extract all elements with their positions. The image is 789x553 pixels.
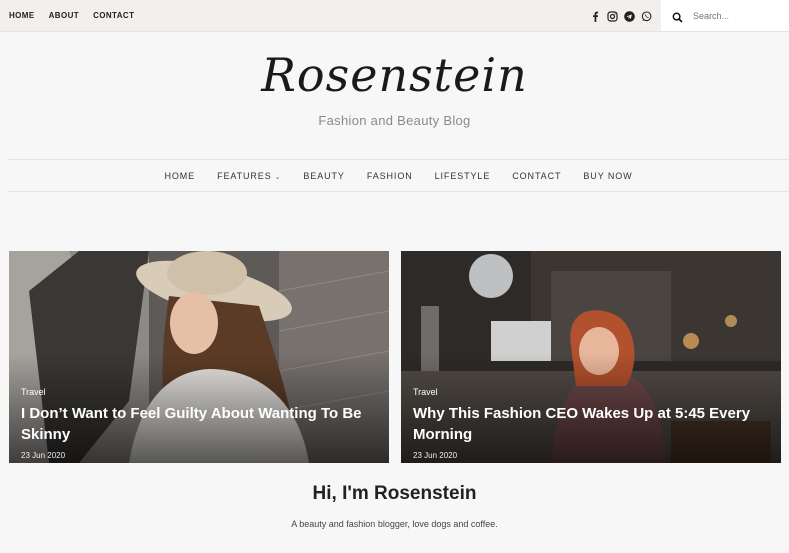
site-logo[interactable]: Rosenstein [0, 52, 789, 98]
top-nav-home[interactable]: HOME [9, 11, 35, 20]
main-nav-lifestyle[interactable]: LIFESTYLE [435, 171, 491, 181]
post-title[interactable]: I Don’t Want to Feel Guilty About Wantin… [21, 403, 376, 445]
post-date: 23 Jun 2020 [413, 451, 458, 460]
main-nav-fashion[interactable]: FASHION [367, 171, 413, 181]
chevron-down-icon: ⌄ [274, 173, 282, 181]
top-nav-contact[interactable]: CONTACT [93, 11, 134, 20]
post-category[interactable]: Travel [413, 387, 438, 397]
featured-post-card[interactable]: Travel Why This Fashion CEO Wakes Up at … [401, 251, 781, 463]
main-nav-home[interactable]: HOME [164, 171, 195, 181]
main-nav-beauty[interactable]: BEAUTY [303, 171, 344, 181]
search-box [661, 0, 789, 31]
main-nav-buy-now[interactable]: BUY NOW [583, 171, 632, 181]
post-title[interactable]: Why This Fashion CEO Wakes Up at 5:45 Ev… [413, 403, 768, 445]
top-bar: HOME ABOUT CONTACT [0, 0, 789, 32]
post-category[interactable]: Travel [21, 387, 46, 397]
featured-post-card[interactable]: Travel I Don’t Want to Feel Guilty About… [9, 251, 389, 463]
main-nav-contact[interactable]: CONTACT [512, 171, 561, 181]
post-date: 23 Jun 2020 [21, 451, 66, 460]
instagram-icon[interactable] [607, 9, 618, 22]
search-input[interactable] [691, 9, 789, 22]
main-nav-features-label: FEATURES [217, 170, 272, 181]
search-icon[interactable] [672, 10, 683, 23]
main-nav-features[interactable]: FEATURES ⌄ [217, 171, 281, 181]
social-links [590, 9, 652, 22]
telegram-icon[interactable] [624, 9, 635, 22]
main-nav: HOME FEATURES ⌄ BEAUTY FASHION LIFESTYLE … [8, 159, 789, 192]
about-heading: Hi, I'm Rosenstein [312, 483, 477, 504]
top-nav-about[interactable]: ABOUT [49, 11, 79, 20]
whatsapp-icon[interactable] [641, 9, 652, 22]
facebook-icon[interactable] [590, 9, 601, 22]
site-tagline: Fashion and Beauty Blog [318, 113, 471, 128]
about-description: A beauty and fashion blogger, love dogs … [291, 519, 498, 529]
top-nav: HOME ABOUT CONTACT [9, 0, 134, 31]
